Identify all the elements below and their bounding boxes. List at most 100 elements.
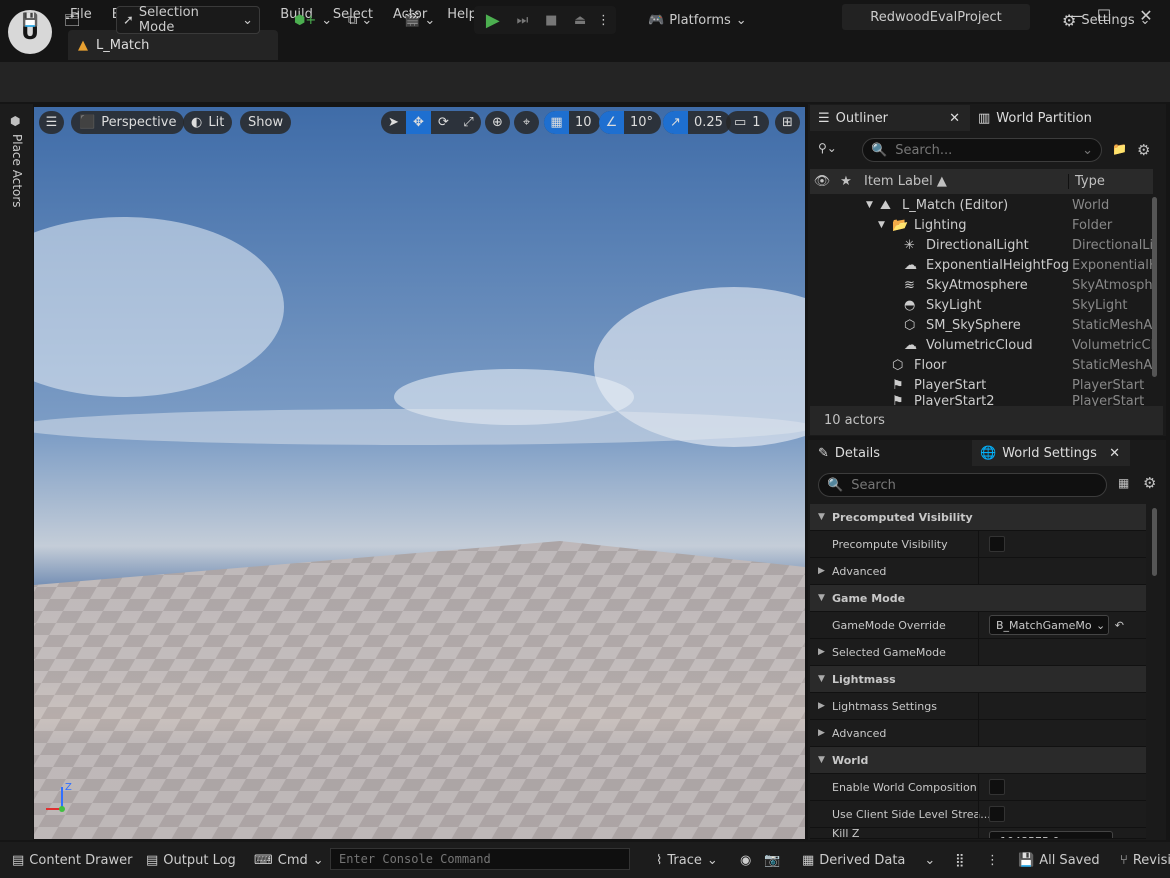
collapse-arrow-icon[interactable]: ▼ (818, 755, 825, 765)
column-item-label[interactable]: Item Label ▲ (858, 174, 1068, 189)
add-folder-icon[interactable]: 📁 (1112, 142, 1127, 156)
selection-mode-dropdown[interactable]: ➚ Selection Mode ⌄ (116, 5, 260, 35)
scale-snap-toggle[interactable]: ↗ 0.25 (663, 111, 731, 134)
globe-icon: 🌐 (980, 445, 997, 461)
translate-tool-icon[interactable]: ✥ (406, 111, 431, 134)
category-header[interactable]: ▼ Lightmass (810, 666, 1146, 693)
outliner-settings-icon[interactable]: ⚙ (1137, 141, 1150, 159)
category-header[interactable]: ▼ Game Mode (810, 585, 1146, 612)
outliner-row[interactable]: ☁ExponentialHeightFogExponentialHeightFo… (810, 255, 1153, 275)
platforms-button[interactable]: 🎮 Platforms ⌄ (642, 6, 753, 34)
outliner-row[interactable]: ⬡FloorStaticMeshActor (810, 355, 1153, 375)
viewport-menu-icon[interactable]: ☰ (39, 111, 64, 134)
level-viewport[interactable]: Z (34, 107, 805, 839)
cursor-icon: ➚ (123, 12, 134, 28)
show-button[interactable]: Show (240, 111, 292, 134)
record-icon[interactable]: ◉ (740, 842, 751, 878)
perspective-button[interactable]: ⬛ Perspective (71, 111, 185, 134)
checkbox[interactable] (989, 779, 1005, 795)
rotation-snap-toggle[interactable]: ∠ 10° (599, 111, 662, 134)
camera-speed-button[interactable]: ▭ 1 (726, 111, 769, 134)
tab-outliner[interactable]: ☰ Outliner ✕ (810, 105, 970, 131)
play-icon[interactable]: ▶ (480, 10, 506, 31)
camera-icon: ▭ (734, 115, 747, 130)
property-row[interactable]: ▶ Selected GameMode (810, 639, 1146, 666)
content-drawer-button[interactable]: ▤ Content Drawer (12, 842, 132, 878)
checkbox[interactable] (989, 806, 1005, 822)
browse-icon[interactable]: 🗂 (58, 6, 87, 34)
search-icon: 🔍 (827, 477, 844, 493)
status-more-icon[interactable]: ⋮ (986, 842, 999, 878)
scale-tool-icon[interactable]: ⤢ (456, 111, 481, 134)
close-tab-icon[interactable]: ✕ (1109, 446, 1120, 461)
lit-button[interactable]: ◐ Lit (183, 111, 233, 134)
outliner-search-input[interactable]: 🔍 Search... ⌄ (862, 138, 1102, 162)
checkbox[interactable] (989, 536, 1005, 552)
cmd-dropdown[interactable]: ⌨ Cmd ⌄ (254, 842, 324, 878)
outliner-row[interactable]: ✳DirectionalLightDirectionalLight (810, 235, 1153, 255)
gamemode-dropdown[interactable]: B_MatchGameMode⌄ (989, 615, 1109, 635)
property-row[interactable]: ▶ Lightmass Settings (810, 693, 1146, 720)
screenshot-icon[interactable]: 📷 (764, 842, 780, 878)
tab-world-settings[interactable]: 🌐 World Settings ✕ (972, 440, 1130, 466)
outliner-row[interactable]: ⬡SM_SkySphereStaticMeshActor (810, 315, 1153, 335)
world-space-icon[interactable]: ⊕ (485, 111, 510, 134)
settings-button[interactable]: ⚙ Settings ⌄ (1056, 6, 1157, 34)
collapse-arrow-icon[interactable]: ▼ (818, 512, 825, 522)
details-scrollbar[interactable] (1152, 508, 1157, 576)
collapse-arrow-icon[interactable]: ▼ (818, 593, 825, 603)
visibility-icon[interactable]: 👁 (810, 174, 834, 189)
outliner-row[interactable]: ⚑ PlayerStart PlayerStart (810, 375, 1153, 395)
outliner-row[interactable]: ▼ ⛰ L_Match (Editor) World (810, 195, 1153, 215)
outliner-row[interactable]: ◓ SkyLight SkyLight (810, 295, 1153, 315)
save-icon[interactable]: 💾 (16, 6, 44, 34)
expand-arrow-icon[interactable]: ▼ (878, 220, 885, 230)
revision-control-button[interactable]: ⑂Revision Control (1120, 842, 1170, 878)
rotate-tool-icon[interactable]: ⟳ (431, 111, 456, 134)
derived-data-dropdown[interactable]: ▦ Derived Data ⌄ (802, 842, 935, 878)
console-input[interactable] (330, 848, 630, 870)
tab-world-partition[interactable]: ▥ World Partition (970, 105, 1092, 131)
cinematics-button[interactable]: 🎬 ⌄ (398, 6, 441, 34)
pin-icon[interactable]: ★ (834, 174, 858, 189)
outliner-row[interactable]: ≋SkyAtmosphereSkyAtmosphere (810, 275, 1153, 295)
output-log-button[interactable]: ▤ Output Log (146, 842, 236, 878)
actor-icon: ⬡ (904, 317, 916, 333)
property-row[interactable]: ▶ Advanced (810, 558, 1146, 585)
close-tab-icon[interactable]: ✕ (949, 111, 960, 126)
details-search-input[interactable]: 🔍 Search (818, 473, 1107, 497)
expand-arrow-icon[interactable]: ▶ (818, 566, 825, 576)
activity-icon[interactable]: ⣿ (955, 842, 965, 878)
select-tool-icon[interactable]: ➤ (381, 111, 406, 134)
viewport-layout-icon[interactable]: ⊞ (775, 111, 800, 134)
expand-arrow-icon[interactable]: ▶ (818, 728, 825, 738)
place-actors-strip[interactable]: ⬢ Place Actors (0, 104, 33, 840)
add-actor-button[interactable]: ⬢+ ⌄ (288, 6, 338, 34)
expand-arrow-icon[interactable]: ▶ (818, 647, 825, 657)
property-row[interactable]: ▶ Advanced (810, 720, 1146, 747)
step-icon[interactable]: ⏭ (511, 13, 535, 28)
grid-snap-toggle[interactable]: ▦ 10 (544, 111, 600, 134)
outliner-row[interactable]: ▼ 📂 Lighting Folder (810, 215, 1153, 235)
all-saved-button[interactable]: 💾 All Saved (1018, 842, 1100, 878)
surface-snap-icon[interactable]: ⌖ (514, 111, 539, 134)
category-header[interactable]: ▼ Precomputed Visibility (810, 504, 1146, 531)
stop-icon[interactable]: ■ (539, 13, 563, 28)
eject-icon[interactable]: ⏏ (568, 13, 592, 28)
collapse-arrow-icon[interactable]: ▼ (818, 674, 825, 684)
expand-arrow-icon[interactable]: ▼ (866, 200, 873, 210)
details-settings-icon[interactable]: ⚙ (1143, 474, 1156, 492)
more-icon[interactable]: ⋮ (597, 13, 610, 28)
column-type[interactable]: Type (1068, 174, 1105, 189)
kill-z-input[interactable]: -1048575.0 (989, 831, 1113, 838)
table-view-icon[interactable]: ▦ (1118, 476, 1129, 490)
filter-icon[interactable]: ⚲⌄ (818, 141, 837, 155)
blueprint-button[interactable]: ⧉ ⌄ (342, 6, 378, 34)
category-header[interactable]: ▼ World (810, 747, 1146, 774)
expand-arrow-icon[interactable]: ▶ (818, 701, 825, 711)
reset-icon[interactable]: ↶ (1115, 619, 1124, 632)
outliner-row[interactable]: ☁VolumetricCloudVolumetricCloud (810, 335, 1153, 355)
outliner-scrollbar[interactable] (1152, 197, 1157, 377)
trace-dropdown[interactable]: ⌇ Trace ⌄ (656, 842, 718, 878)
tab-details[interactable]: ✎ Details (810, 440, 880, 466)
